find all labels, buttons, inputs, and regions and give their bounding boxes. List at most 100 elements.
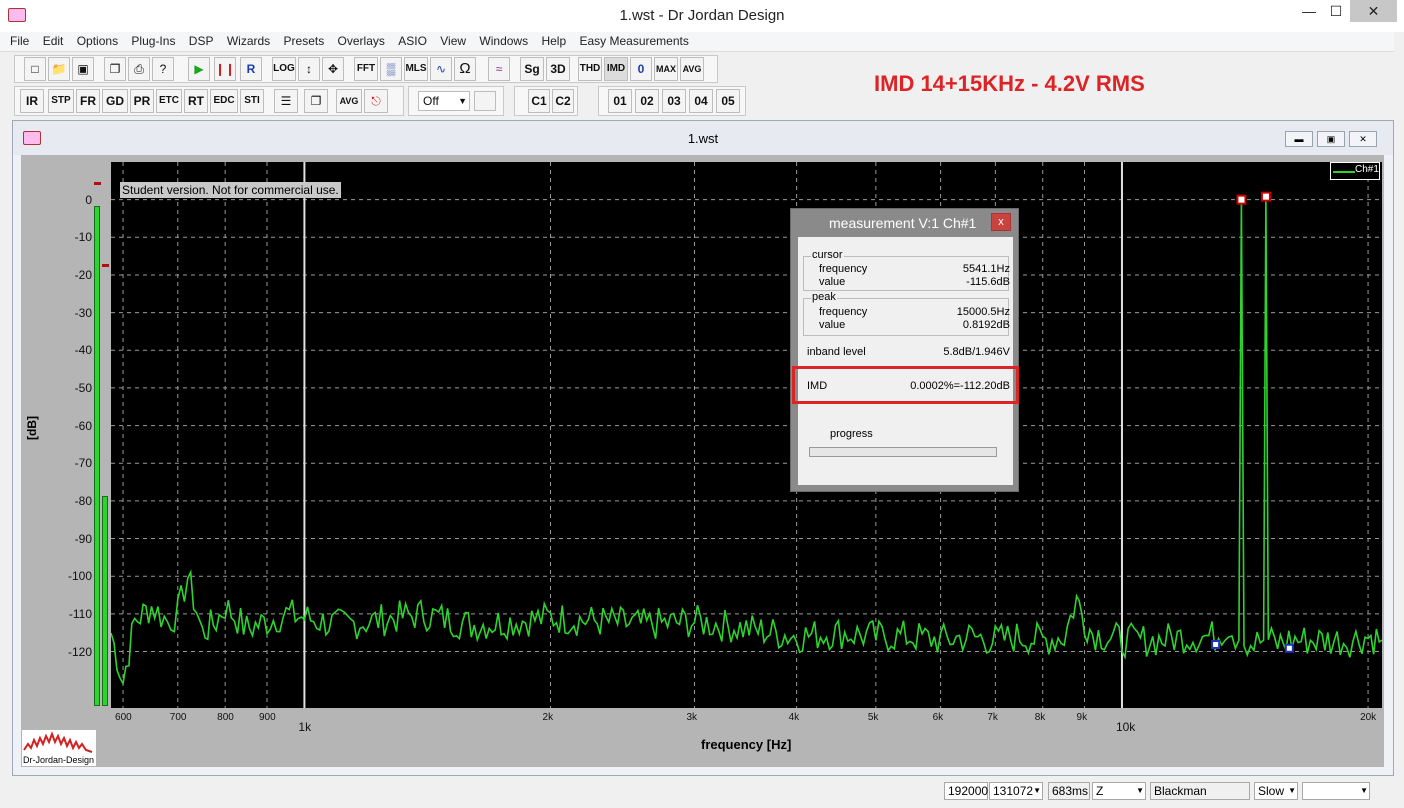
fr-button[interactable]: FR: [76, 89, 100, 113]
menu-plug-ins[interactable]: Plug-Ins: [131, 32, 175, 48]
x-tick-label: 10k: [1115, 720, 1136, 734]
menu-easy-measurements[interactable]: Easy Measurements: [579, 32, 688, 48]
sample-rate-field: 192000: [944, 782, 988, 800]
window-title: 1.wst - Dr Jordan Design: [619, 7, 785, 24]
align-icon[interactable]: ☰: [274, 89, 298, 113]
menu-dsp[interactable]: DSP: [189, 32, 214, 48]
toolbar: □ 📁 ▣ ❐ ⎙ ? ▶ ❙❙ R LOG ↕ ✥ FFT ▒ MLS ∿ Ω…: [8, 53, 1394, 119]
menu-help[interactable]: Help: [541, 32, 566, 48]
y-tick-label: -120: [67, 644, 92, 659]
speed-dropdown[interactable]: Slow ▼: [1254, 782, 1298, 800]
title-bar: 1.wst - Dr Jordan Design — ☐ ✕: [0, 0, 1404, 32]
pr-button[interactable]: PR: [130, 89, 154, 113]
avg-button-row2[interactable]: AVG: [336, 89, 362, 113]
peak-frequency-label: frequency: [819, 306, 868, 318]
legend-swatch: [1333, 171, 1355, 173]
bars-icon[interactable]: ▒: [380, 57, 402, 81]
x-tick-label: 900: [259, 712, 276, 723]
channel-c2-button[interactable]: C2: [552, 89, 574, 113]
imd-button[interactable]: IMD: [604, 57, 628, 81]
time-field: 683ms: [1048, 782, 1090, 800]
rt-button[interactable]: RT: [184, 89, 208, 113]
document-close-button[interactable]: ✕: [1349, 131, 1377, 147]
overlay-05-button[interactable]: 05: [716, 89, 740, 113]
y-tick-label: -70: [74, 456, 92, 471]
waveform-icon[interactable]: ∿: [430, 57, 452, 81]
y-axis-title-text: [dB]: [25, 416, 39, 440]
z-dropdown[interactable]: Z ▼: [1092, 782, 1146, 800]
student-watermark: Student version. Not for commercial use.: [120, 182, 341, 198]
overlay-01-button[interactable]: 01: [608, 89, 632, 113]
new-file-icon[interactable]: □: [24, 57, 46, 81]
save-icon[interactable]: ▣: [72, 57, 94, 81]
menu-presets[interactable]: Presets: [284, 32, 325, 48]
spectrum-plot[interactable]: [111, 162, 1382, 708]
measurement-close-button[interactable]: x: [991, 213, 1011, 231]
pause-icon[interactable]: ❙❙: [214, 57, 236, 81]
measurement-window[interactable]: measurement V:1 Ch#1 x cursor frequency …: [790, 208, 1019, 492]
menu-windows[interactable]: Windows: [479, 32, 528, 48]
stp-button[interactable]: STP: [48, 89, 74, 113]
menu-wizards[interactable]: Wizards: [227, 32, 270, 48]
menu-edit[interactable]: Edit: [43, 32, 64, 48]
document-restore-button[interactable]: ▣: [1317, 131, 1345, 147]
print-icon[interactable]: ⎙: [128, 57, 150, 81]
overlay-04-button[interactable]: 04: [689, 89, 713, 113]
close-button[interactable]: ✕: [1350, 0, 1397, 22]
document-minimize-button[interactable]: ▬: [1285, 131, 1313, 147]
fft-button[interactable]: FFT: [354, 57, 378, 81]
sweep-icon[interactable]: ≈: [488, 57, 510, 81]
ir-button[interactable]: IR: [20, 89, 44, 113]
gd-button[interactable]: GD: [102, 89, 128, 113]
menu-file[interactable]: File: [10, 32, 29, 48]
move-icon[interactable]: ✥: [322, 57, 344, 81]
legend-box: Ch#1: [1330, 162, 1380, 180]
step-response-icon[interactable]: ⎋: [364, 89, 388, 113]
fft-size-dropdown[interactable]: 131072 ▼: [989, 782, 1043, 800]
menu-overlays[interactable]: Overlays: [338, 32, 385, 48]
overlay-02-button[interactable]: 02: [635, 89, 659, 113]
y-tick-label: -80: [74, 493, 92, 508]
help-icon[interactable]: ?: [152, 57, 174, 81]
speed-value: Slow: [1258, 784, 1285, 798]
thd-button[interactable]: THD: [578, 57, 602, 81]
peak-marker: [1236, 194, 1247, 205]
menu-options[interactable]: Options: [77, 32, 118, 48]
copy-icon[interactable]: ❐: [104, 57, 126, 81]
logo-graphic: [23, 731, 93, 753]
open-folder-icon[interactable]: 📁: [48, 57, 70, 81]
menu-asio[interactable]: ASIO: [398, 32, 427, 48]
overlay-03-button[interactable]: 03: [662, 89, 686, 113]
log-button[interactable]: LOG: [272, 57, 296, 81]
extra-dropdown[interactable]: ▼: [1302, 782, 1370, 800]
ohm-icon[interactable]: Ω: [454, 57, 476, 81]
imd-highlight: [792, 366, 1019, 404]
max-button[interactable]: MAX: [654, 57, 678, 81]
sg-button[interactable]: Sg: [520, 57, 544, 81]
inband-level-value: 5.8dB/1.946V: [943, 346, 1010, 358]
windows-icon[interactable]: ❐: [304, 89, 328, 113]
vertical-resize-icon[interactable]: ↕: [298, 57, 320, 81]
chevron-down-icon: ▼: [458, 96, 467, 106]
blank-button[interactable]: [474, 91, 496, 111]
mode-dropdown[interactable]: Off ▼: [418, 91, 470, 111]
minimize-button[interactable]: —: [1295, 0, 1323, 22]
x-tick-label: 3k: [686, 712, 698, 723]
record-button[interactable]: R: [240, 57, 262, 81]
3d-button[interactable]: 3D: [546, 57, 570, 81]
menu-view[interactable]: View: [440, 32, 466, 48]
level-meter-left: [94, 206, 100, 706]
x-axis-title: frequency [Hz]: [701, 737, 792, 752]
channel-c1-button[interactable]: C1: [528, 89, 550, 113]
sti-button[interactable]: STI: [240, 89, 264, 113]
edc-button[interactable]: EDC: [210, 89, 238, 113]
mls-button[interactable]: MLS: [404, 57, 428, 81]
play-icon[interactable]: ▶: [188, 57, 210, 81]
chevron-down-icon: ▼: [1033, 786, 1041, 795]
etc-button[interactable]: ETC: [156, 89, 182, 113]
avg-button-row1[interactable]: AVG: [680, 57, 704, 81]
maximize-button[interactable]: ☐: [1322, 0, 1350, 22]
zero-button[interactable]: 0: [630, 57, 652, 81]
peak-marker: [1260, 191, 1271, 202]
peak-value-label: value: [819, 319, 846, 331]
